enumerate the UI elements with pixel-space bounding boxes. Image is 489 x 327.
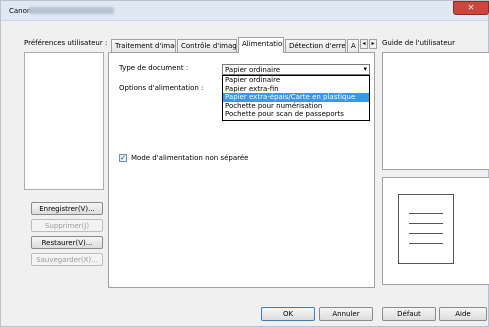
tab-scroll-right-icon[interactable]: ▸ bbox=[369, 39, 377, 49]
document-type-label: Type de document : bbox=[119, 64, 189, 72]
document-type-option[interactable]: Papier ordinaire bbox=[223, 76, 369, 85]
ok-button[interactable]: OK bbox=[261, 307, 315, 321]
document-line bbox=[409, 223, 443, 224]
user-preferences-label: Préférences utilisateur : bbox=[24, 39, 108, 47]
document-line bbox=[409, 243, 443, 244]
default-button[interactable]: Défaut bbox=[382, 307, 436, 321]
feed-options-label: Options d'alimentation : bbox=[119, 84, 204, 92]
tab-feeding[interactable]: Alimentation bbox=[238, 37, 284, 53]
tab-truncated[interactable]: A bbox=[347, 39, 359, 53]
driver-settings-window: Canon ✕ Préférences utilisateur : Enregi… bbox=[0, 0, 489, 327]
document-icon bbox=[398, 194, 454, 264]
non-separated-feed-label: Mode d'alimentation non séparée bbox=[131, 154, 249, 162]
document-type-option[interactable]: Papier extra-fin bbox=[223, 85, 369, 94]
cancel-button[interactable]: Annuler bbox=[319, 307, 373, 321]
tab-scroll-left-icon[interactable]: ◂ bbox=[360, 39, 368, 49]
restore-preferences-button[interactable]: Restaurer(V)... bbox=[31, 236, 103, 249]
non-separated-feed-checkbox[interactable]: ✓ bbox=[119, 154, 127, 162]
document-line bbox=[409, 213, 443, 214]
document-type-option[interactable]: Pochette pour scan de passeports bbox=[223, 110, 369, 119]
close-button[interactable]: ✕ bbox=[453, 1, 489, 15]
window-title: Canon bbox=[9, 7, 32, 15]
chevron-down-icon: ▾ bbox=[363, 65, 367, 73]
tab-image-control[interactable]: Contrôle d'image bbox=[177, 39, 237, 53]
document-type-option-highlighted[interactable]: Papier extra-épais/Carte en plastique bbox=[223, 93, 369, 102]
window-title-redacted bbox=[29, 7, 114, 14]
title-bar[interactable]: Canon ✕ bbox=[1, 1, 489, 21]
user-guide-label: Guide de l'utilisateur bbox=[382, 39, 455, 47]
backup-preferences-button[interactable]: Sauvegarder(X)... bbox=[31, 253, 103, 266]
user-preferences-list[interactable] bbox=[24, 52, 104, 190]
document-type-dropdown: Papier ordinaire Papier extra-fin Papier… bbox=[222, 75, 370, 121]
document-line bbox=[409, 233, 443, 234]
user-guide-panel bbox=[382, 52, 489, 170]
document-type-option[interactable]: Pochette pour numérisation bbox=[223, 102, 369, 111]
tab-image-processing[interactable]: Traitement d'image bbox=[111, 39, 176, 53]
delete-preferences-button[interactable]: Supprimer(J) bbox=[31, 219, 103, 232]
document-type-value: Papier ordinaire bbox=[225, 66, 281, 74]
save-preferences-button[interactable]: Enregistrer(V)... bbox=[31, 202, 103, 215]
tab-error-detection[interactable]: Détection d'erreur bbox=[285, 39, 346, 53]
help-button[interactable]: Aide bbox=[439, 307, 487, 321]
document-type-select[interactable]: Papier ordinaire ▾ bbox=[222, 64, 370, 75]
